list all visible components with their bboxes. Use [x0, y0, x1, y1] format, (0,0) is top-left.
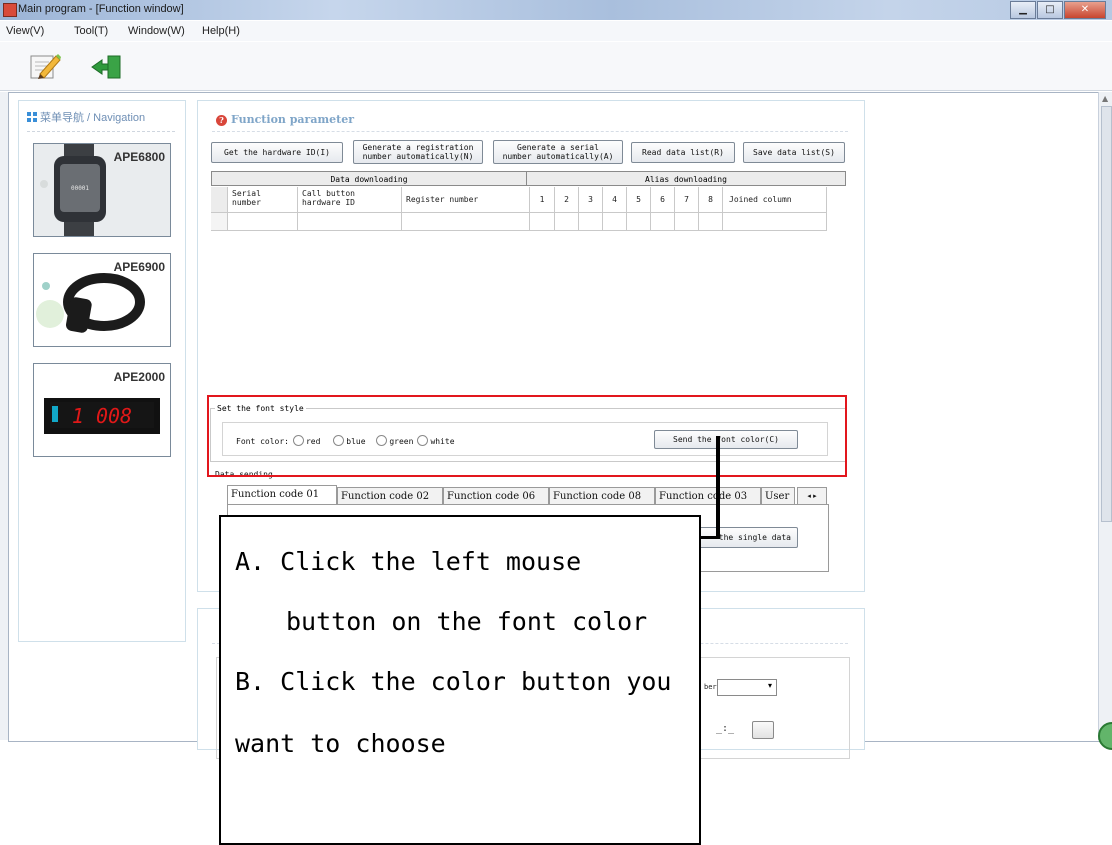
column-header[interactable]: 7 — [675, 187, 699, 213]
watch-screen-text: 00001 — [71, 185, 89, 192]
dropdown-arrow-icon: ▾ — [767, 681, 772, 690]
save-data-list-button[interactable]: Save data list(S) — [743, 142, 845, 163]
table-cell[interactable] — [699, 213, 723, 231]
table-cell[interactable] — [579, 213, 603, 231]
vertical-scrollbar[interactable]: ▲ — [1098, 92, 1112, 740]
tab-function-code-03[interactable]: Function code 03 — [655, 487, 761, 504]
callout-pointer-foot — [699, 536, 720, 539]
app-icon — [3, 3, 17, 17]
title-bar: Main program - [Function window] ▁ □ ✕ — [0, 0, 1112, 20]
column-header[interactable]: 2 — [555, 187, 579, 213]
menu-bar: View(V) Tool(T) Window(W) Help(H) — [0, 21, 1112, 41]
product-name: APE6800 — [113, 150, 165, 164]
read-data-list-button[interactable]: Read data list(R) — [631, 142, 735, 163]
data-downloading-header: Data downloading — [211, 171, 527, 186]
row-selector[interactable] — [211, 213, 228, 231]
scroll-up-icon[interactable]: ▲ — [1102, 94, 1108, 103]
callout-line-2: button on the font color — [286, 607, 648, 636]
tab-scroll-arrows-icon[interactable]: ◂ ▸ — [797, 487, 827, 504]
table-cell[interactable] — [675, 213, 699, 231]
nav-divider — [27, 131, 175, 132]
column-header[interactable]: 4 — [603, 187, 627, 213]
column-header[interactable]: Call button hardware ID — [298, 187, 402, 213]
table-cell[interactable] — [228, 213, 298, 231]
column-header[interactable]: Serial number — [228, 187, 298, 213]
generate-serial-button[interactable]: Generate a serial number automatically(A… — [493, 140, 623, 164]
table-cell[interactable] — [402, 213, 530, 231]
window-title: Main program - [Function window] — [18, 3, 184, 15]
grid-icon — [27, 112, 37, 122]
number-select[interactable]: ▾ — [717, 679, 777, 696]
tab-function-code-02[interactable]: Function code 02 — [337, 487, 443, 504]
product-name: APE6900 — [113, 260, 165, 274]
product-ape6900[interactable]: APE6900 — [33, 253, 171, 347]
column-header[interactable]: 1 — [530, 187, 555, 213]
minimize-button[interactable]: ▁ — [1010, 1, 1036, 19]
display-digits: 1 008 — [72, 404, 132, 428]
table-cell[interactable] — [603, 213, 627, 231]
column-header[interactable]: Joined column — [723, 187, 827, 213]
display-image: 1 008 — [44, 398, 160, 434]
menu-view[interactable]: View(V) — [6, 25, 44, 37]
scroll-thumb[interactable] — [1101, 106, 1112, 522]
menu-window[interactable]: Window(W) — [128, 25, 185, 37]
callout-line-3: B. Click the color button you — [235, 667, 672, 696]
function-title: ? Function parameter — [216, 113, 354, 126]
close-button[interactable]: ✕ — [1064, 1, 1106, 19]
navigation-header: 菜单导航 / Navigation — [27, 109, 145, 125]
time-input[interactable]: _:_ — [716, 723, 734, 734]
tab-user[interactable]: User — [761, 487, 795, 504]
instruction-callout: A. Click the left mouse button on the fo… — [219, 515, 701, 845]
table-cell[interactable] — [555, 213, 579, 231]
column-header[interactable]: 6 — [651, 187, 675, 213]
column-header[interactable]: 5 — [627, 187, 651, 213]
tab-function-code-06[interactable]: Function code 06 — [443, 487, 549, 504]
toolbar — [0, 42, 1112, 91]
window-controls: ▁ □ ✕ — [1009, 1, 1106, 19]
column-header[interactable]: Register number — [402, 187, 530, 213]
callout-pointer — [716, 436, 720, 538]
callout-line-1: A. Click the left mouse — [235, 547, 582, 576]
column-header[interactable]: 3 — [579, 187, 603, 213]
table-cell[interactable] — [723, 213, 827, 231]
product-ape6800[interactable]: 00001 APE6800 — [33, 143, 171, 237]
restore-button[interactable]: □ — [1037, 1, 1063, 19]
table-cell[interactable] — [530, 213, 555, 231]
alias-downloading-header: Alias downloading — [526, 171, 846, 186]
generate-registration-button[interactable]: Generate a registration number automatic… — [353, 140, 483, 164]
product-ape2000[interactable]: APE2000 1 008 — [33, 363, 171, 457]
table-cell[interactable] — [627, 213, 651, 231]
title-divider — [212, 131, 848, 132]
get-hardware-id-button[interactable]: Get the hardware ID(I) — [211, 142, 343, 163]
select-label: ber — [704, 683, 717, 691]
help-icon: ? — [216, 115, 227, 126]
callout-line-4: want to choose — [235, 729, 446, 758]
navigation-panel: 菜单导航 / Navigation 00001 APE6800 APE6900 … — [18, 100, 186, 642]
menu-help[interactable]: Help(H) — [202, 25, 240, 37]
tab-function-code-08[interactable]: Function code 08 — [549, 487, 655, 504]
edit-icon[interactable] — [28, 50, 62, 82]
exit-icon[interactable] — [90, 50, 124, 82]
column-header[interactable]: 8 — [699, 187, 723, 213]
row-selector-header[interactable] — [211, 187, 228, 213]
table-cell[interactable] — [298, 213, 402, 231]
time-picker-button[interactable] — [752, 721, 774, 739]
menu-tool[interactable]: Tool(T) — [74, 25, 108, 37]
tab-function-code-01[interactable]: Function code 01 — [227, 485, 337, 504]
table-cell[interactable] — [651, 213, 675, 231]
highlight-box — [207, 395, 847, 477]
